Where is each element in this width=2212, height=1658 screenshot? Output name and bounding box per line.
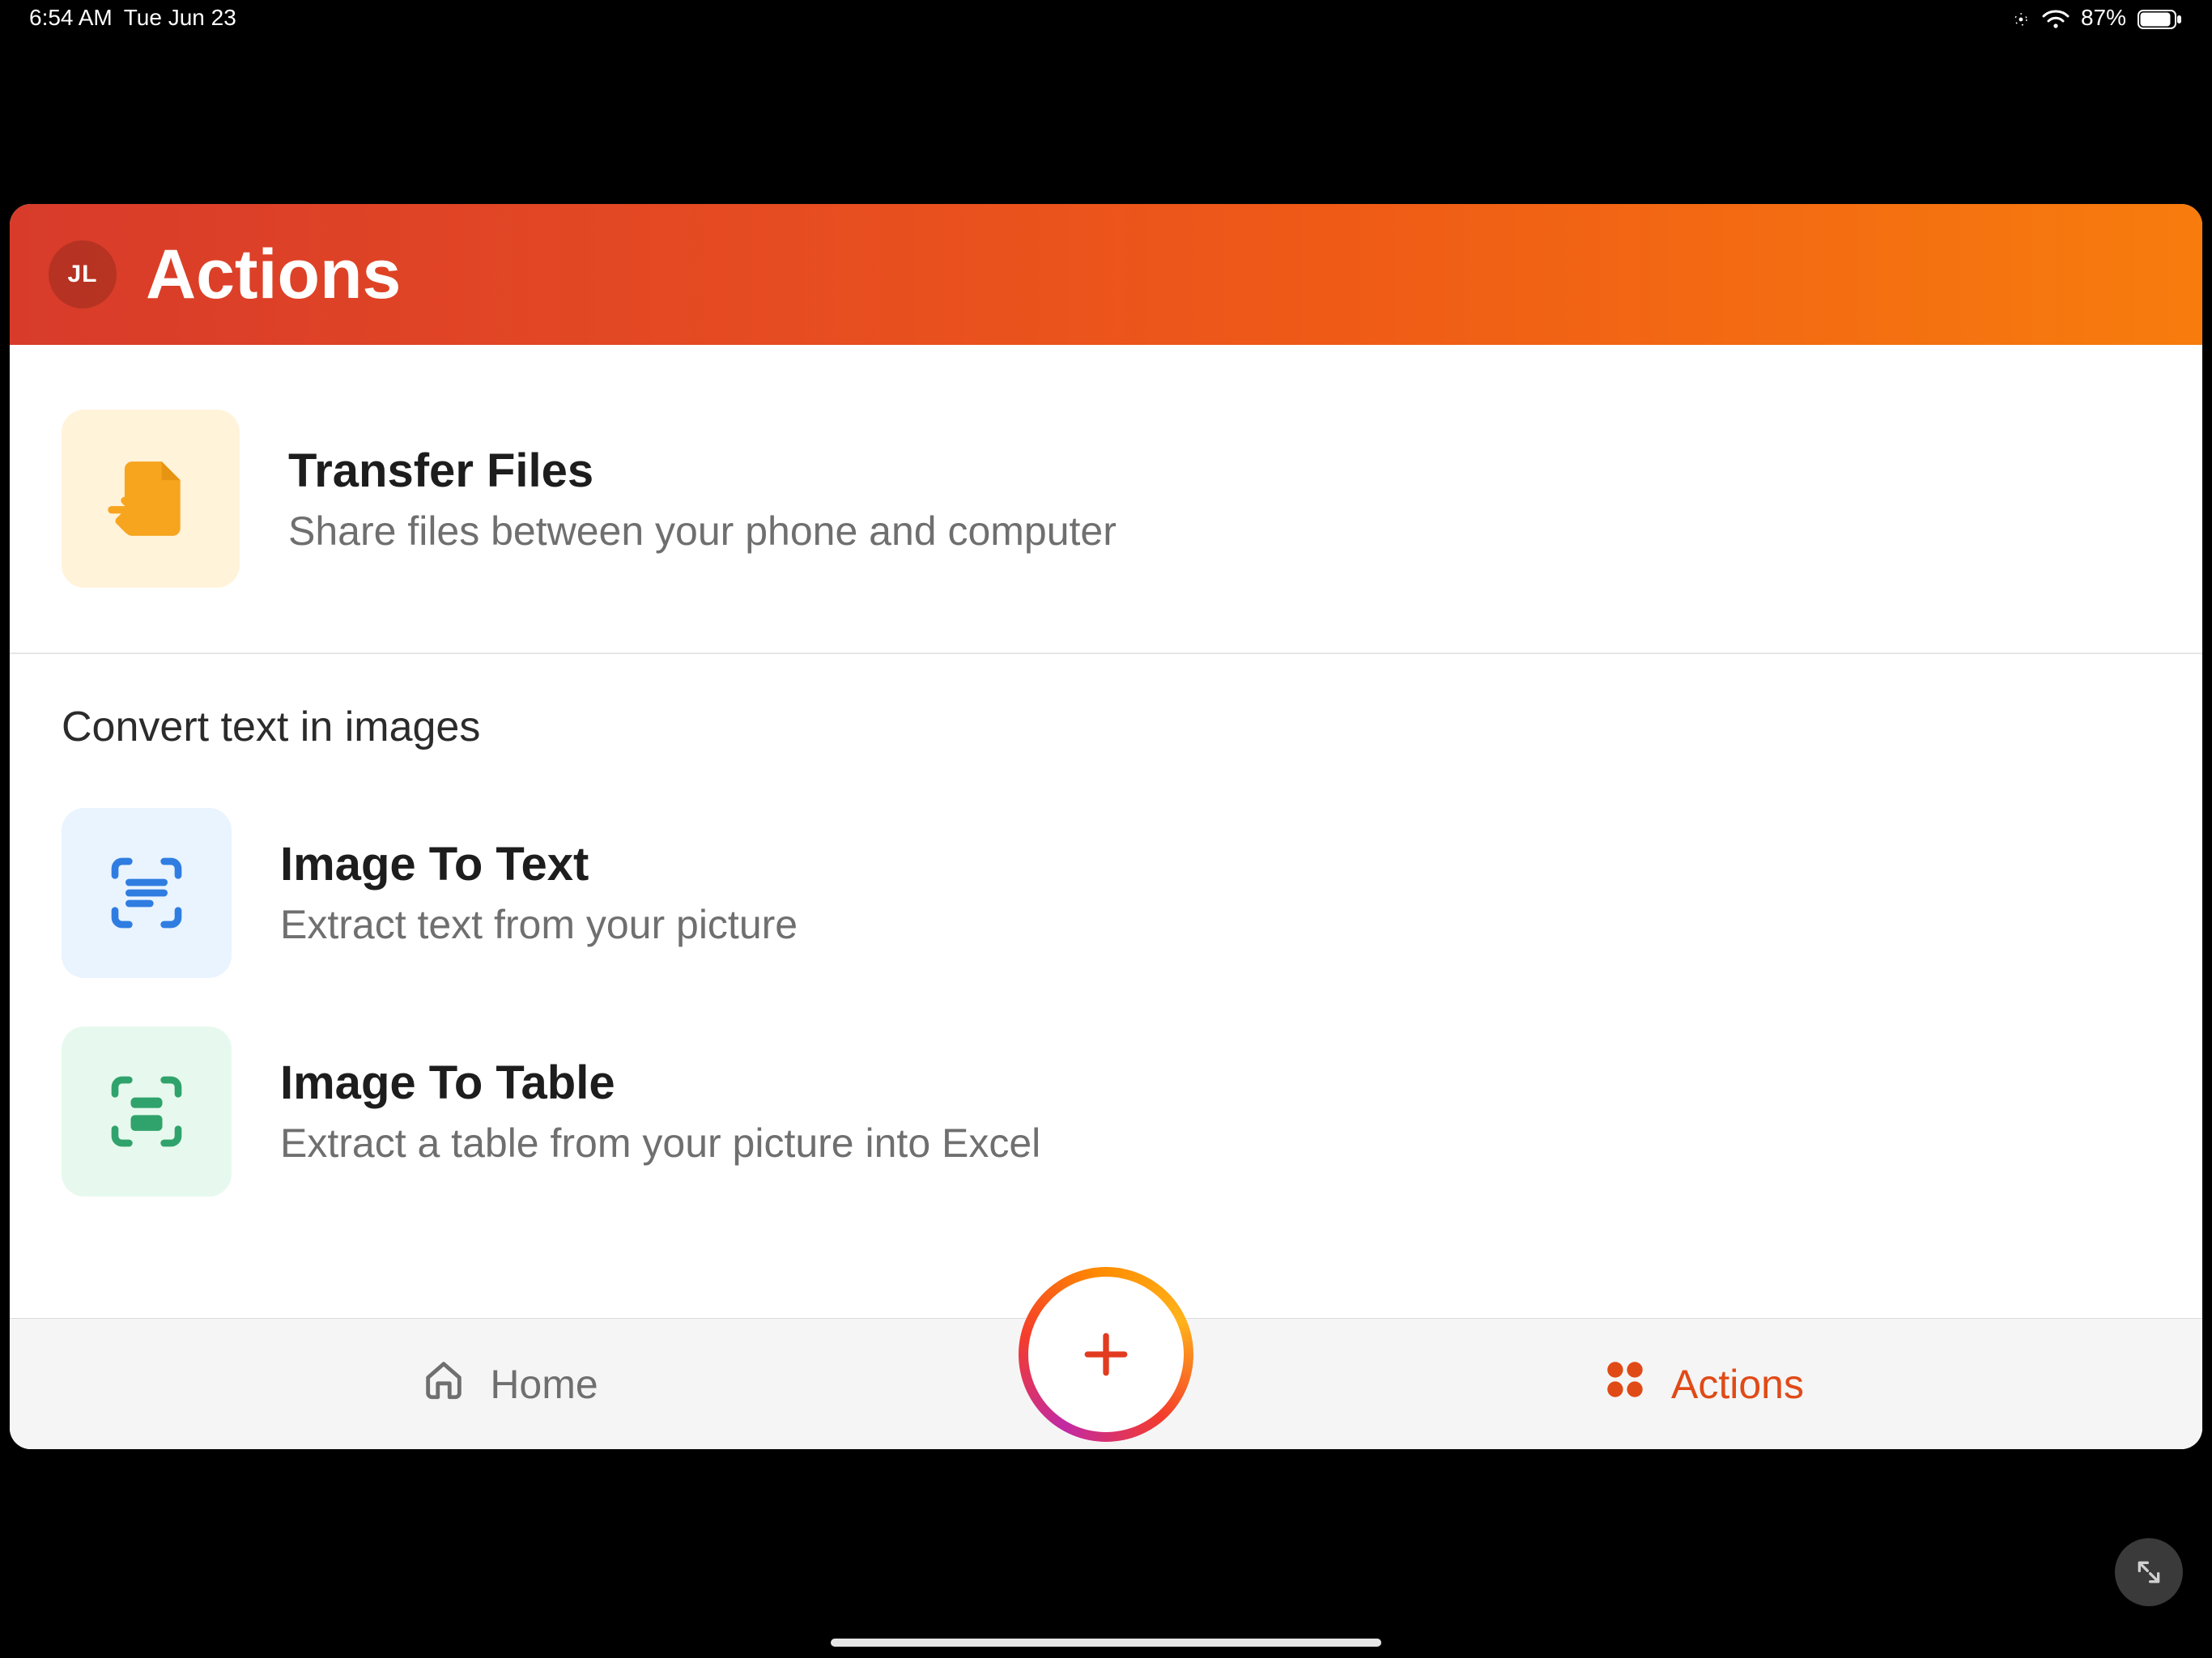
action-title: Transfer Files — [288, 444, 1117, 498]
action-subtitle: Extract text from your picture — [280, 901, 798, 948]
status-time: 6:54 AM — [29, 5, 113, 31]
action-subtitle: Share files between your phone and compu… — [288, 508, 1117, 555]
image-to-table-icon — [62, 1027, 232, 1197]
pip-restore-button[interactable] — [2115, 1538, 2183, 1606]
tab-bar: Home Actions — [10, 1318, 2202, 1449]
image-to-text-icon — [62, 808, 232, 978]
home-indicator[interactable] — [831, 1639, 1381, 1647]
action-subtitle: Extract a table from your picture into E… — [280, 1120, 1040, 1167]
avatar[interactable]: JL — [49, 240, 117, 308]
app-window: JL Actions Transfer Files Share files be… — [10, 204, 2202, 1449]
battery-icon — [2138, 5, 2183, 31]
transfer-files-icon — [62, 410, 240, 588]
tab-home[interactable]: Home — [10, 1356, 1009, 1413]
status-bar: 6:54 AM Tue Jun 23 87% — [0, 0, 2212, 36]
action-title: Image To Table — [280, 1056, 1040, 1110]
new-button[interactable] — [1025, 1273, 1187, 1435]
tab-actions[interactable]: Actions — [1203, 1356, 2202, 1413]
home-icon — [420, 1356, 467, 1413]
status-date: Tue Jun 23 — [124, 5, 236, 31]
page-title: Actions — [146, 235, 401, 315]
grid-icon — [1602, 1356, 1648, 1413]
app-header: JL Actions — [10, 204, 2202, 345]
action-title: Image To Text — [280, 837, 798, 891]
wifi-icon — [2042, 5, 2069, 31]
avatar-initials: JL — [67, 261, 97, 288]
tab-actions-label: Actions — [1671, 1361, 1804, 1408]
status-battery-pct: 87% — [2081, 5, 2126, 31]
section-header-convert: Convert text in images — [10, 654, 2202, 784]
action-transfer-files[interactable]: Transfer Files Share files between your … — [10, 345, 2202, 653]
action-image-to-table[interactable]: Image To Table Extract a table from your… — [10, 1002, 2202, 1221]
cellular-icon — [2011, 5, 2031, 31]
tab-home-label: Home — [490, 1361, 598, 1408]
action-image-to-text[interactable]: Image To Text Extract text from your pic… — [10, 784, 2202, 1002]
